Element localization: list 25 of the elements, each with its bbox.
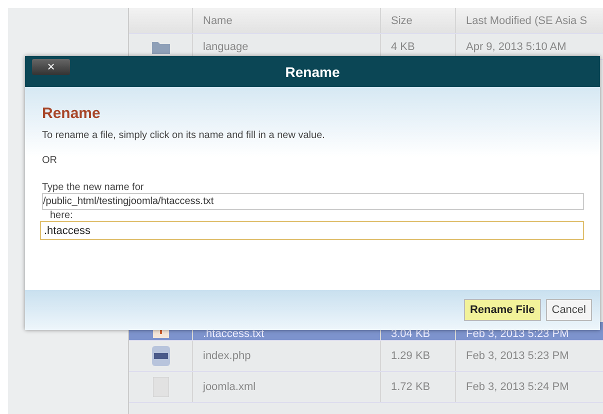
rename-file-button[interactable]: Rename File bbox=[464, 299, 541, 321]
file-name: joomla.xml bbox=[193, 372, 381, 402]
or-text: OR bbox=[42, 155, 58, 166]
cancel-button[interactable]: Cancel bbox=[546, 299, 592, 321]
file-row[interactable]: index.php 1.29 KB Feb 3, 2013 5:23 PM bbox=[129, 341, 603, 372]
file-size: 1.29 KB bbox=[381, 341, 456, 371]
modified-date: Feb 3, 2013 5:24 PM bbox=[456, 372, 603, 402]
new-name-field[interactable]: .htaccess bbox=[40, 221, 584, 240]
here-label: here: bbox=[50, 210, 74, 221]
php-file-icon bbox=[152, 346, 170, 366]
file-path: /public_html/testingjoomla/htaccess.txt bbox=[42, 193, 584, 210]
column-header[interactable]: Size bbox=[381, 8, 456, 33]
column-header[interactable]: Name bbox=[193, 8, 381, 33]
folder-icon bbox=[152, 40, 170, 54]
file-size: 1.72 KB bbox=[381, 372, 456, 402]
file-icon bbox=[152, 377, 168, 397]
modified-date: Feb 3, 2013 5:23 PM bbox=[456, 341, 603, 371]
dialog-title: Rename bbox=[285, 64, 340, 80]
file-name: index.php bbox=[193, 341, 381, 371]
prompt-text: Type the new name for bbox=[42, 182, 145, 193]
close-button[interactable]: × bbox=[32, 59, 70, 75]
column-header[interactable]: Last Modified (SE Asia S bbox=[456, 8, 603, 33]
dialog-heading: Rename bbox=[42, 105, 102, 122]
file-row[interactable]: joomla.xml 1.72 KB Feb 3, 2013 5:24 PM bbox=[129, 372, 603, 403]
instruction-text: To rename a file, simply click on its name and fill in a new value. bbox=[42, 130, 326, 141]
